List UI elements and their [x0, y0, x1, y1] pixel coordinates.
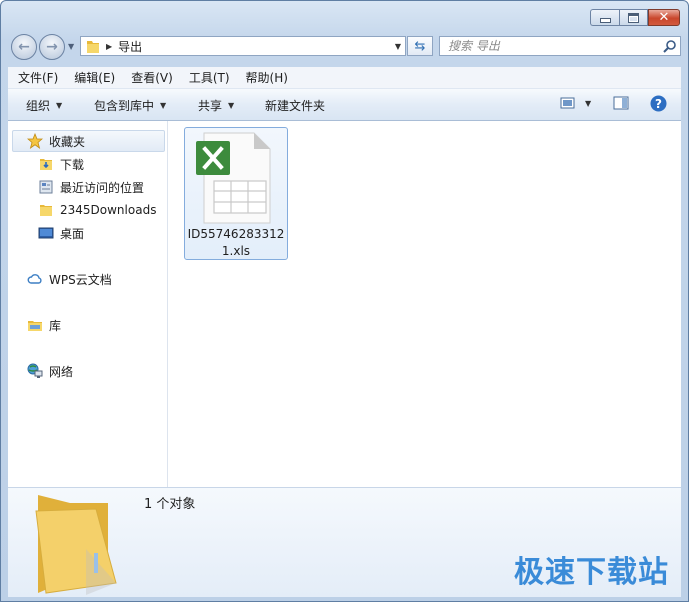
menu-bar: 文件(F) 编辑(E) 查看(V) 工具(T) 帮助(H): [8, 67, 681, 88]
forward-arrow-icon: →: [46, 39, 58, 55]
menu-file[interactable]: 文件(F): [13, 69, 63, 86]
back-button[interactable]: ←: [11, 34, 37, 60]
nav-desktop[interactable]: 桌面: [38, 223, 84, 243]
caption-buttons: ✕: [590, 9, 680, 26]
menu-view[interactable]: 查看(V): [126, 69, 178, 86]
help-icon: ?: [650, 95, 667, 112]
view-dropdown-icon: ▼: [585, 98, 592, 108]
nav-recent-places[interactable]: 最近访问的位置: [38, 177, 144, 197]
nav-downloads[interactable]: 下载: [38, 154, 84, 174]
search-icon[interactable]: [660, 39, 680, 53]
maximize-button[interactable]: [619, 9, 648, 26]
nav-downloads-label: 下载: [60, 157, 85, 172]
view-options-button[interactable]: ▼: [560, 96, 591, 110]
minimize-icon: [599, 17, 611, 23]
address-bar[interactable]: ▶ 导出 ▼: [80, 36, 406, 56]
include-in-library-button[interactable]: 包含到库中 ▼: [94, 97, 166, 114]
cloud-icon: [27, 271, 43, 287]
nav-desktop-label: 桌面: [60, 226, 85, 241]
folder-icon: [38, 202, 54, 218]
menu-edit[interactable]: 编辑(E): [69, 69, 120, 86]
include-in-library-label: 包含到库中: [94, 99, 155, 113]
menu-help[interactable]: 帮助(H): [241, 69, 293, 86]
nav-recent-places-label: 最近访问的位置: [60, 180, 145, 195]
object-count: 1 个对象: [144, 497, 196, 512]
explorer-window: ✕ ← → ▼ ▶ 导出 ▼ ⇆ 文件(F) 编辑(E) 查看(V) 工具(T)…: [0, 0, 689, 602]
refresh-button[interactable]: ⇆: [407, 36, 433, 56]
share-dropdown-icon: ▼: [228, 101, 235, 110]
details-pane: 1 个对象 极速下载站: [8, 487, 681, 597]
nav-2345downloads[interactable]: 2345Downloads: [38, 200, 156, 220]
library-icon: [27, 317, 43, 333]
search-box[interactable]: [439, 36, 681, 56]
close-button[interactable]: ✕: [648, 9, 680, 26]
nav-libraries[interactable]: 库: [27, 315, 61, 335]
organize-dropdown-icon: ▼: [56, 101, 63, 110]
share-label: 共享: [198, 99, 223, 113]
downloads-folder-icon: [38, 156, 54, 172]
breadcrumb-chevron-icon[interactable]: ▶: [106, 42, 112, 51]
nav-wps-cloud[interactable]: WPS云文档: [27, 269, 112, 289]
new-folder-label: 新建文件夹: [265, 99, 326, 113]
star-icon: [27, 133, 43, 149]
svg-text:?: ?: [655, 97, 662, 111]
preview-pane-icon: [613, 96, 629, 110]
folder-icon: [87, 41, 99, 53]
nav-network[interactable]: 网络: [27, 361, 73, 381]
command-bar: 组织 ▼ 包含到库中 ▼ 共享 ▼ 新建文件夹 ▼ ?: [8, 88, 681, 121]
desktop-icon: [38, 225, 54, 241]
help-button[interactable]: ?: [650, 95, 667, 112]
address-dropdown-icon[interactable]: ▼: [391, 42, 405, 51]
nav-favorites-label: 收藏夹: [49, 134, 86, 149]
watermark: 极速下载站: [514, 555, 669, 590]
nav-network-label: 网络: [49, 364, 74, 379]
refresh-icon: ⇆: [414, 38, 426, 54]
nav-2345downloads-label: 2345Downloads: [60, 203, 157, 217]
network-icon: [27, 363, 43, 379]
forward-button[interactable]: →: [39, 34, 65, 60]
file-item[interactable]: ID557462833121.xls: [184, 127, 288, 260]
view-icon: [560, 97, 575, 109]
content-area: 收藏夹 下载 最近访问的位置 2345Downloads 桌面 WPS云文档 库…: [8, 121, 681, 487]
excel-file-icon: [196, 132, 271, 224]
nav-favorites[interactable]: 收藏夹: [27, 131, 85, 151]
preview-pane-button[interactable]: [613, 96, 629, 110]
maximize-icon: [628, 12, 639, 23]
nav-libraries-label: 库: [49, 318, 62, 333]
recent-places-icon: [38, 179, 54, 195]
file-name: ID557462833121.xls: [187, 227, 285, 258]
back-arrow-icon: ←: [18, 39, 30, 55]
navigation-pane: 收藏夹 下载 最近访问的位置 2345Downloads 桌面 WPS云文档 库…: [8, 121, 168, 487]
new-folder-button[interactable]: 新建文件夹: [265, 97, 325, 114]
include-dropdown-icon: ▼: [160, 101, 167, 110]
recent-pages-dropdown-icon[interactable]: ▼: [68, 42, 74, 51]
address-path[interactable]: 导出: [118, 38, 391, 55]
large-folder-icon: [35, 495, 117, 595]
minimize-button[interactable]: [590, 9, 619, 26]
search-input[interactable]: [440, 38, 660, 54]
menu-tools[interactable]: 工具(T): [184, 69, 235, 86]
share-button[interactable]: 共享 ▼: [198, 97, 234, 114]
close-icon: ✕: [658, 10, 670, 25]
nav-wps-cloud-label: WPS云文档: [49, 272, 112, 287]
organize-label: 组织: [26, 99, 51, 113]
organize-button[interactable]: 组织 ▼: [26, 97, 62, 114]
